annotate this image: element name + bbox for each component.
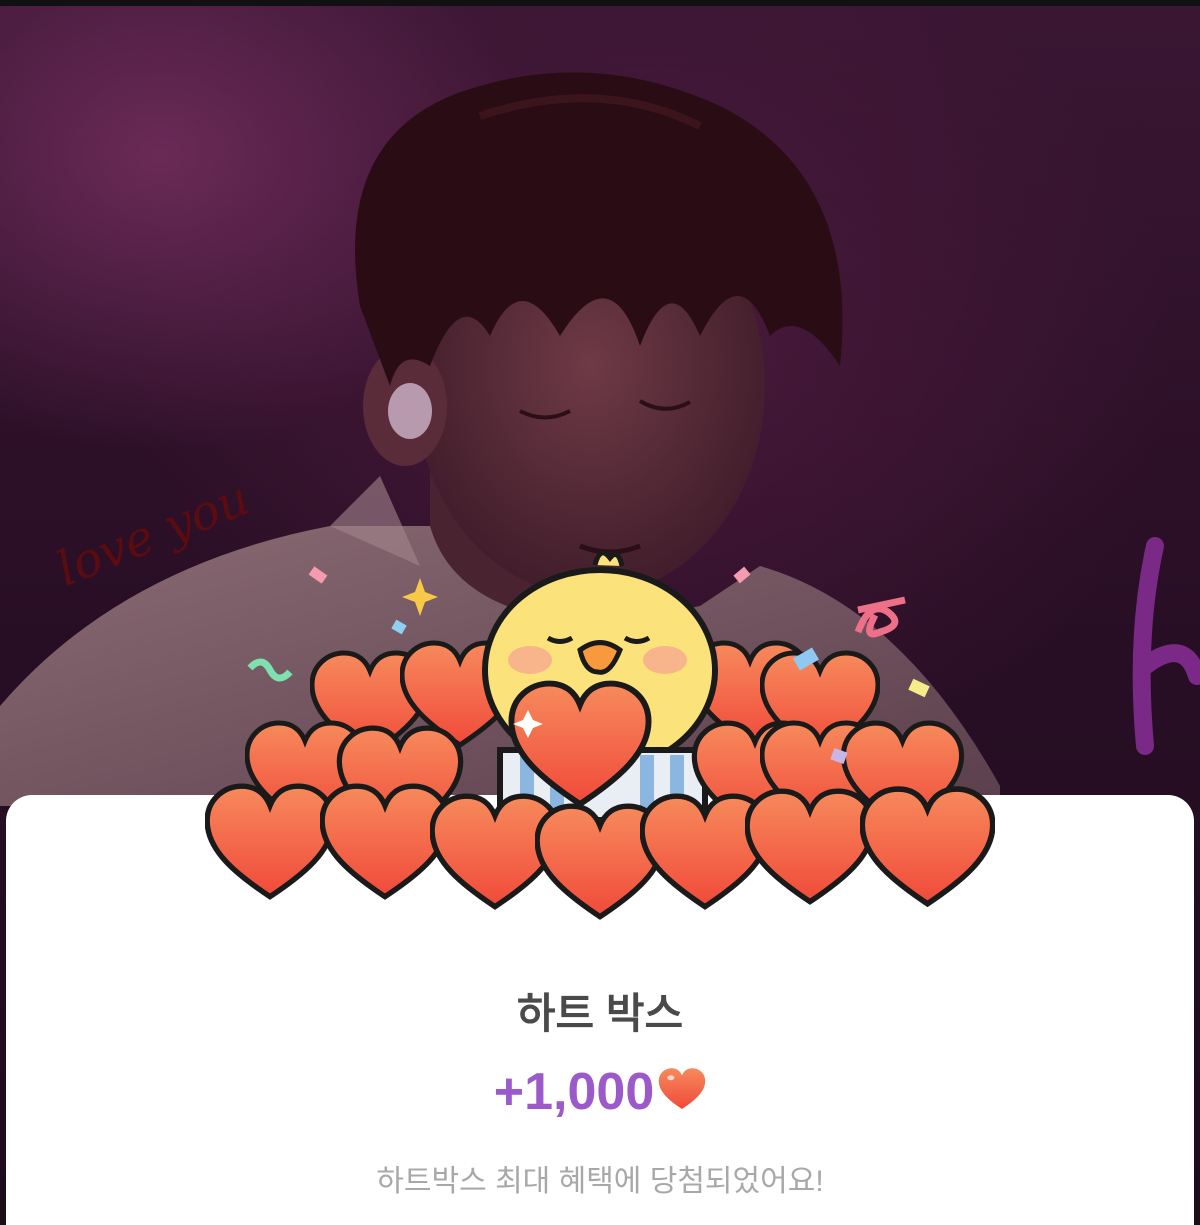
reward-amount: +1,000	[493, 1063, 655, 1121]
singer-photo	[0, 72, 1000, 806]
decorative-letter	[1132, 537, 1200, 755]
reward-title: 하트 박스	[516, 990, 684, 1037]
reward-message: 하트박스 최대 혜택에 당첨되었어요!	[376, 1165, 824, 1198]
heart-icon	[659, 1068, 706, 1110]
reward-amount-row: +1,000	[0, 1062, 1200, 1122]
